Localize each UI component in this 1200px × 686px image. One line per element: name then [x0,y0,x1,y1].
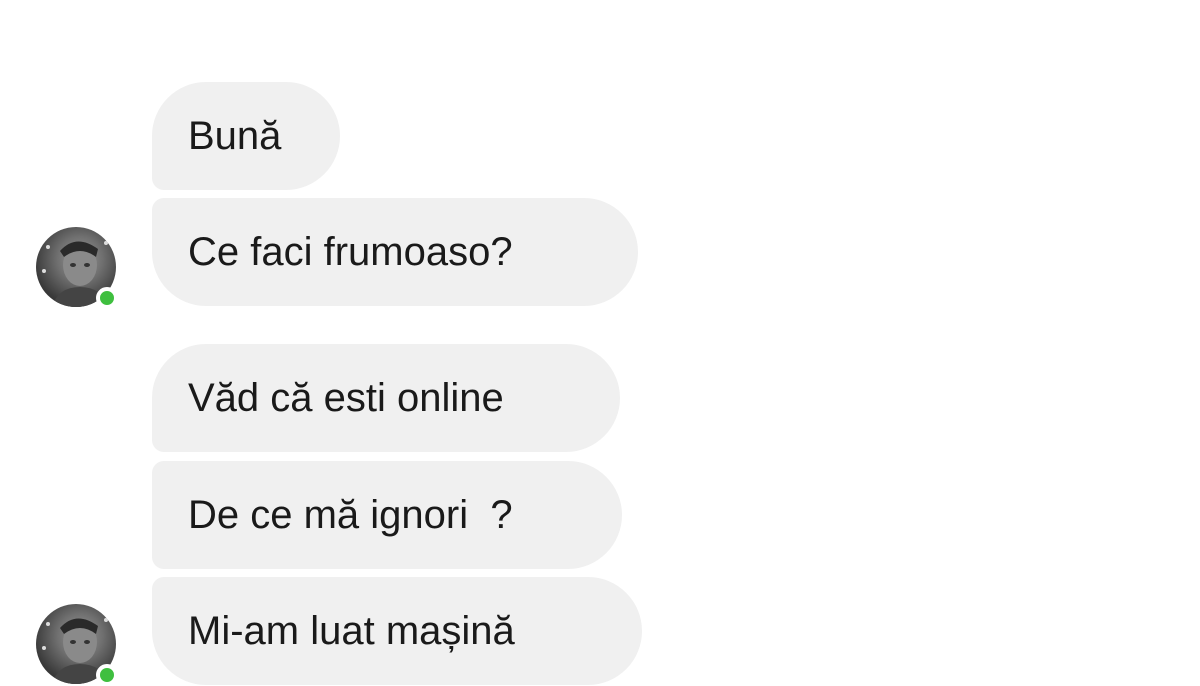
online-status-dot [96,287,118,309]
message-bubble[interactable]: Ce faci frumoaso? [152,198,638,306]
message-bubble[interactable]: De ce mă ignori ? [152,461,622,569]
chat-thread: Bună Ce faci frumoaso? Văd că esti onlin… [0,0,1200,686]
message-bubble[interactable]: Mi-am luat mașină [152,577,642,685]
sender-avatar[interactable] [36,227,118,309]
message-bubble[interactable]: Văd că esti online [152,344,620,452]
message-bubble[interactable]: Bună [152,82,340,190]
sender-avatar[interactable] [36,604,118,686]
online-status-dot [96,664,118,686]
